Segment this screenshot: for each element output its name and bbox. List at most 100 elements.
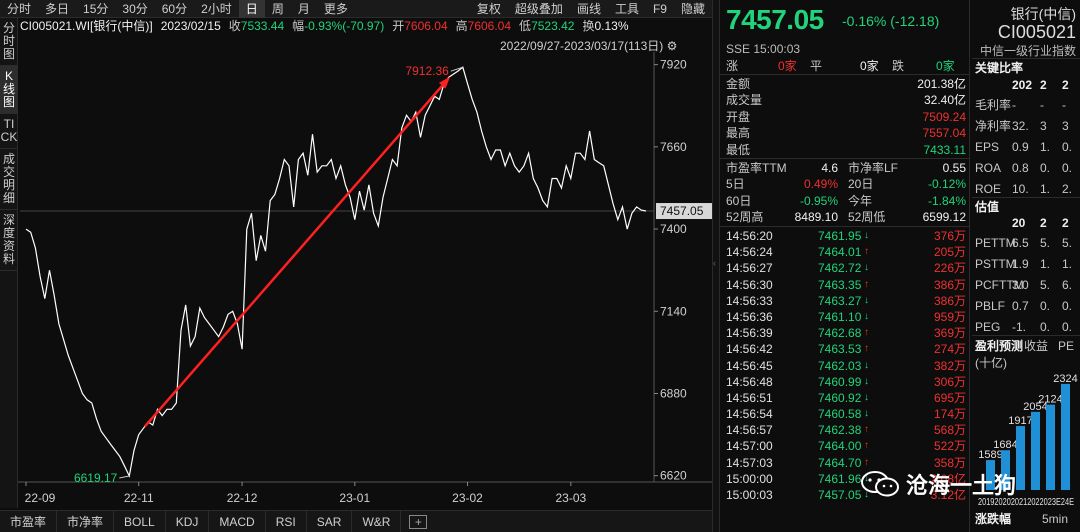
y-tick-label: 7140	[660, 304, 687, 318]
quote-row-label: 成交量	[726, 93, 763, 108]
trade-price: 7464.00	[818, 439, 862, 454]
ratio-value-1: -0.95%	[799, 193, 838, 208]
chg-label: 幅	[292, 19, 305, 33]
quote-row: 最低 7433.11	[726, 142, 966, 158]
y-tick-label: 7660	[660, 140, 687, 154]
trade-time: 15:00:03	[726, 488, 773, 502]
trade-time: 14:56:54	[726, 407, 773, 422]
add-indicator-button[interactable]: +	[409, 514, 428, 529]
fund-value: 5.	[1062, 236, 1073, 250]
chevron-left-icon[interactable]: ‹	[713, 258, 719, 268]
fund-value: -	[1012, 98, 1016, 112]
low-value: 7523.42	[531, 19, 575, 33]
fund-value: 1.	[1040, 257, 1051, 271]
fund-label: PBLF	[975, 299, 1006, 313]
fund-row: 净利率 32. 3 3	[972, 117, 1080, 136]
toolbar-action-3[interactable]: 工具	[608, 0, 646, 18]
fund-row: PCFTTM 3.0 5. 6.	[972, 276, 1080, 295]
left-nav: 分时图 K线图 TICK 成交明细 深度资料	[0, 18, 18, 508]
quote-row-value: 7509.24	[922, 109, 966, 124]
trade-time: 14:56:27	[726, 261, 773, 276]
trade-price: 7461.95	[818, 229, 862, 243]
y-tick-label: 7400	[660, 222, 687, 236]
period-tab-2[interactable]: 15分	[76, 0, 115, 18]
indicator-tab-2[interactable]: BOLL	[114, 510, 166, 532]
key-ratio-title[interactable]: 关键比率	[972, 60, 1080, 76]
fundamentals-panel: 银行(中信) CI005021 中信一级行业指数 关键比率 202 2 2 毛利率 - -…	[972, 0, 1080, 532]
price-chart[interactable]: 7920 7660 7400 7140 6880 6620 22-09 22-11 22-12 2…	[18, 52, 712, 510]
toolbar-action-0[interactable]: 复权	[470, 0, 508, 18]
indicator-tabs: 市盈率 市净率 BOLL KDJ MACD RSI SAR W&R +	[0, 510, 712, 532]
last-price-tag-label: 7457.05	[660, 204, 704, 218]
arrow-up-icon: ↑	[864, 278, 869, 290]
trade-time: 14:56:48	[726, 374, 773, 389]
gear-icon[interactable]: ⚙	[667, 39, 678, 53]
arrow-down-icon: ↓	[864, 294, 869, 306]
fund-row: PSTTM 1.9 1. 1.	[972, 255, 1080, 274]
interval-label[interactable]: 5min	[1042, 510, 1068, 529]
quote-row: 成交量 32.40亿	[726, 92, 966, 108]
nav-item-1[interactable]: K线图	[0, 66, 18, 114]
trade-row: 14:56:57 7462.38 ↑ 568万	[726, 422, 966, 438]
fund-value: 32.	[1012, 119, 1029, 133]
x-tick-label: 23-01	[339, 491, 370, 505]
toolbar-action-2[interactable]: 画线	[570, 0, 608, 18]
bar-info: CI005021.WI[银行(中信)] 2023/02/15 收7533.44 …	[20, 18, 710, 34]
period-tab-7[interactable]: 周	[265, 0, 291, 18]
period-tab-1[interactable]: 多日	[38, 0, 76, 18]
toolbar-action-4[interactable]: F9	[646, 0, 674, 18]
period-tab-4[interactable]: 60分	[155, 0, 194, 18]
up-label: 涨	[726, 59, 739, 73]
period-tab-5[interactable]: 2小时	[194, 0, 239, 18]
arrow-up-icon: ↑	[864, 343, 869, 355]
trade-volume: 522万	[933, 439, 966, 454]
ratio-value-2: 0.55	[942, 161, 966, 175]
period-tab-3[interactable]: 30分	[115, 0, 154, 18]
nav-item-3[interactable]: 成交明细	[0, 149, 18, 210]
trade-volume: 274万	[933, 342, 966, 357]
indicator-tab-7[interactable]: W&R	[352, 510, 402, 532]
indicator-tab-1[interactable]: 市净率	[57, 510, 115, 532]
valuation-title[interactable]: 估值	[972, 199, 1080, 215]
y-tick-label: 7920	[660, 58, 687, 72]
trade-row: 14:57:00 7464.00 ↑ 522万	[726, 438, 966, 454]
indicator-tab-4[interactable]: MACD	[209, 510, 266, 532]
panel-splitter[interactable]: ‹	[712, 0, 720, 532]
trade-list[interactable]: 14:56:20 7461.95 ↓ 376万 14:56:24 7464.01 ↑ 205万…	[726, 228, 966, 503]
trade-time: 14:56:33	[726, 293, 773, 308]
period-tab-6[interactable]: 日	[238, 0, 265, 18]
trade-volume: 386万	[933, 277, 966, 292]
toolbar-action-5[interactable]: 隐藏	[674, 0, 712, 18]
quote-row-label: 开盘	[726, 109, 751, 124]
indicator-tab-3[interactable]: KDJ	[166, 510, 210, 532]
ratio-label-2: 20日	[848, 177, 874, 192]
indicator-tab-5[interactable]: RSI	[266, 510, 307, 532]
ratio-row: 5日 0.49% 20日 -0.12%	[726, 176, 966, 192]
trade-volume: 174万	[933, 407, 966, 422]
period-tab-9[interactable]: 更多	[317, 0, 355, 18]
ratio-label-1: 5日	[726, 177, 745, 192]
indicator-tab-0[interactable]: 市盈率	[0, 510, 58, 532]
bar-date: 2023/02/15	[160, 19, 221, 33]
open-value: 7606.04	[404, 19, 448, 33]
ratio-value-1: 0.49%	[803, 177, 838, 192]
ratio-value-2: -1.84%	[927, 193, 966, 208]
trade-time: 14:56:51	[726, 390, 773, 405]
nav-item-4[interactable]: 深度资料	[0, 210, 18, 271]
fund-value: 0.	[1040, 161, 1051, 175]
date-range-text: 2022/09/27-2023/03/17(113日)	[500, 39, 664, 53]
arrow-down-icon: ↓	[864, 230, 869, 241]
fund-label: 毛利率	[975, 98, 1012, 112]
watermark: 沧海一土狗	[860, 468, 1016, 500]
period-tab-0[interactable]: 分时	[0, 0, 38, 18]
trade-volume: 376万	[933, 229, 966, 243]
fund-label: EPS	[975, 140, 1000, 154]
indicator-tab-6[interactable]: SAR	[307, 510, 353, 532]
period-tab-8[interactable]: 月	[291, 0, 317, 18]
fund-value: -	[1062, 98, 1066, 112]
toolbar-action-1[interactable]: 超级叠加	[508, 0, 570, 18]
close-value: 7533.44	[240, 19, 285, 33]
nav-item-0[interactable]: 分时图	[0, 18, 18, 66]
breadth-row: 涨 0家 平 0家 跌 0家	[726, 58, 966, 74]
nav-item-2[interactable]: TICK	[0, 114, 18, 149]
